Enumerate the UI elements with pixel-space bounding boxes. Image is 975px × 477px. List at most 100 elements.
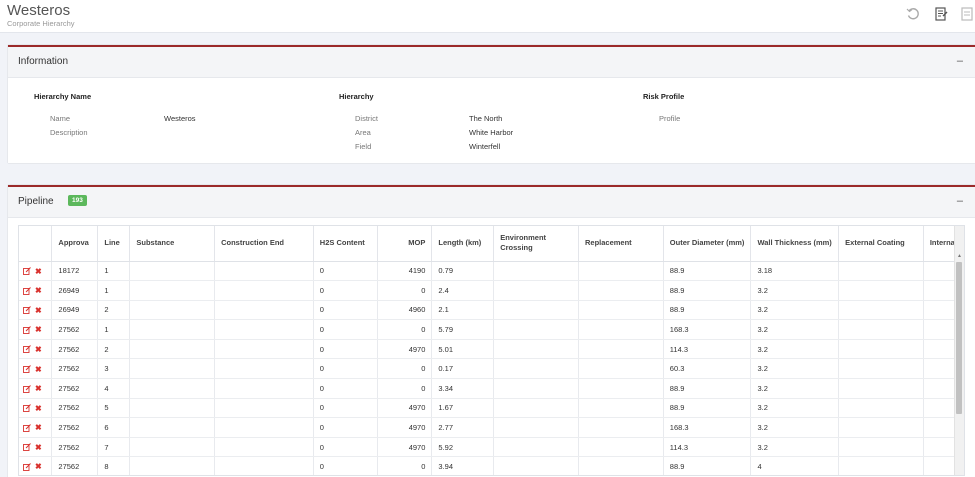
- column-header-external-coating[interactable]: External Coating: [838, 226, 924, 262]
- column-header-h2s-content[interactable]: H2S Content: [313, 226, 378, 262]
- edit-icon[interactable]: [23, 443, 31, 452]
- table-row[interactable]: ✖ 26949 2 0 4960 2.1 88.9 3.2: [19, 300, 964, 321]
- cell-outer-diameter: 88.9: [663, 378, 752, 399]
- cell-mop: 0: [377, 358, 433, 380]
- cell-external-coating: [838, 339, 924, 360]
- column-header-line[interactable]: Line: [97, 226, 131, 262]
- information-panel-header[interactable]: Information –: [8, 47, 975, 78]
- profile-label: Profile: [659, 114, 681, 123]
- column-header-wall-thickness[interactable]: Wall Thickness (mm): [750, 226, 840, 262]
- cell-h2s-content: 0: [313, 280, 378, 301]
- scroll-up-icon[interactable]: ▲: [957, 253, 962, 259]
- table-row[interactable]: ✖ 27562 8 0 0 3.94 88.9 4: [19, 456, 964, 475]
- cell-wall-thickness: 3.2: [750, 280, 840, 301]
- cell-external-coating: [838, 378, 924, 399]
- column-header-length[interactable]: Length (km): [431, 226, 495, 262]
- cell-h2s-content: 0: [313, 398, 378, 419]
- report-icon[interactable]: [933, 6, 949, 22]
- delete-icon[interactable]: ✖: [35, 443, 42, 452]
- cell-length: 1.67: [431, 398, 495, 419]
- edit-icon[interactable]: [23, 404, 31, 413]
- table-row[interactable]: ✖ 18172 1 0 4190 0.79 88.9 3.18: [19, 261, 964, 282]
- column-header-mop[interactable]: MOP: [377, 226, 433, 262]
- delete-icon[interactable]: ✖: [35, 267, 42, 276]
- table-row[interactable]: ✖ 27562 3 0 0 0.17 60.3 3.2: [19, 358, 964, 380]
- cell-environment-crossing: [493, 339, 579, 360]
- row-actions: ✖: [19, 261, 53, 282]
- cell-outer-diameter: 168.3: [663, 417, 752, 438]
- delete-icon[interactable]: ✖: [35, 286, 42, 295]
- table-row[interactable]: ✖ 27562 4 0 0 3.34 88.9 3.2: [19, 378, 964, 399]
- edit-icon[interactable]: [23, 384, 31, 393]
- cell-environment-crossing: [493, 378, 579, 399]
- undo-icon[interactable]: [905, 6, 921, 22]
- row-actions: ✖: [19, 398, 53, 419]
- vertical-scrollbar[interactable]: ▲: [954, 226, 964, 475]
- delete-icon[interactable]: ✖: [35, 306, 42, 315]
- edit-icon[interactable]: [23, 325, 31, 334]
- cell-line: 1: [97, 261, 131, 282]
- delete-icon[interactable]: ✖: [35, 384, 42, 393]
- delete-icon[interactable]: ✖: [35, 365, 42, 374]
- edit-icon[interactable]: [23, 365, 31, 373]
- edit-icon[interactable]: [23, 267, 31, 275]
- table-row[interactable]: ✖ 27562 5 0 4970 1.67 88.9 3.2: [19, 398, 964, 419]
- hierarchy-section: Hierarchy District The North Area White Ha…: [339, 92, 629, 154]
- cell-outer-diameter: 88.9: [663, 300, 752, 321]
- cell-approval: 27562: [51, 378, 99, 399]
- cell-outer-diameter: 168.3: [663, 319, 752, 340]
- cell-substance: [129, 456, 216, 475]
- row-actions: ✖: [19, 456, 53, 475]
- cell-substance: [129, 339, 216, 360]
- delete-icon[interactable]: ✖: [35, 462, 42, 471]
- edit-icon[interactable]: [23, 345, 31, 354]
- column-header-environment-crossing[interactable]: Environment Crossing: [493, 226, 579, 262]
- table-row[interactable]: ✖ 27562 7 0 4970 5.92 114.3 3.2: [19, 437, 964, 458]
- cell-environment-crossing: [493, 456, 579, 475]
- table-row[interactable]: ✖ 27562 6 0 4970 2.77 168.3 3.2: [19, 417, 964, 438]
- cell-substance: [129, 319, 216, 340]
- edit-icon[interactable]: [23, 306, 31, 315]
- table-row[interactable]: ✖ 27562 1 0 0 5.79 168.3 3.2: [19, 319, 964, 340]
- cell-h2s-content: 0: [313, 261, 378, 282]
- delete-icon[interactable]: ✖: [35, 423, 42, 432]
- cell-h2s-content: 0: [313, 319, 378, 340]
- export-icon[interactable]: [959, 6, 975, 22]
- information-panel: Information – Hierarchy Name Name Westero…: [8, 45, 975, 163]
- pipeline-panel-header[interactable]: Pipeline 193 –: [8, 187, 975, 218]
- column-header-approval[interactable]: Approva: [51, 226, 99, 262]
- pipeline-table-container[interactable]: Approva Line Substance Construction End …: [18, 225, 965, 476]
- column-header-outer-diameter[interactable]: Outer Diameter (mm): [663, 226, 752, 262]
- column-header-substance[interactable]: Substance: [129, 226, 216, 262]
- delete-icon[interactable]: ✖: [35, 325, 42, 334]
- delete-icon[interactable]: ✖: [35, 345, 42, 354]
- cell-mop: 0: [377, 280, 433, 301]
- column-header-actions: [19, 226, 53, 262]
- cell-construction-end: [214, 378, 314, 399]
- scrollbar-thumb[interactable]: [956, 262, 962, 414]
- table-row[interactable]: ✖ 26949 1 0 0 2.4 88.9 3.2: [19, 280, 964, 301]
- cell-wall-thickness: 3.2: [750, 358, 840, 380]
- row-actions: ✖: [19, 300, 53, 321]
- cell-mop: 4960: [377, 300, 433, 321]
- table-row[interactable]: ✖ 27562 2 0 4970 5.01 114.3 3.2: [19, 339, 964, 360]
- cell-substance: [129, 261, 216, 282]
- cell-construction-end: [214, 300, 314, 321]
- cell-length: 5.01: [431, 339, 495, 360]
- cell-environment-crossing: [493, 398, 579, 419]
- collapse-icon[interactable]: –: [957, 55, 963, 67]
- risk-profile-section: Risk Profile Profile: [643, 92, 933, 126]
- cell-outer-diameter: 88.9: [663, 456, 752, 475]
- collapse-icon[interactable]: –: [957, 195, 963, 207]
- column-header-construction-end[interactable]: Construction End: [214, 226, 314, 262]
- edit-icon[interactable]: [23, 463, 31, 471]
- cell-line: 6: [97, 417, 131, 438]
- row-actions: ✖: [19, 339, 53, 360]
- cell-construction-end: [214, 358, 314, 380]
- cell-h2s-content: 0: [313, 456, 378, 475]
- cell-h2s-content: 0: [313, 358, 378, 380]
- edit-icon[interactable]: [23, 286, 31, 295]
- edit-icon[interactable]: [23, 423, 31, 432]
- delete-icon[interactable]: ✖: [35, 404, 42, 413]
- column-header-replacement[interactable]: Replacement: [578, 226, 664, 262]
